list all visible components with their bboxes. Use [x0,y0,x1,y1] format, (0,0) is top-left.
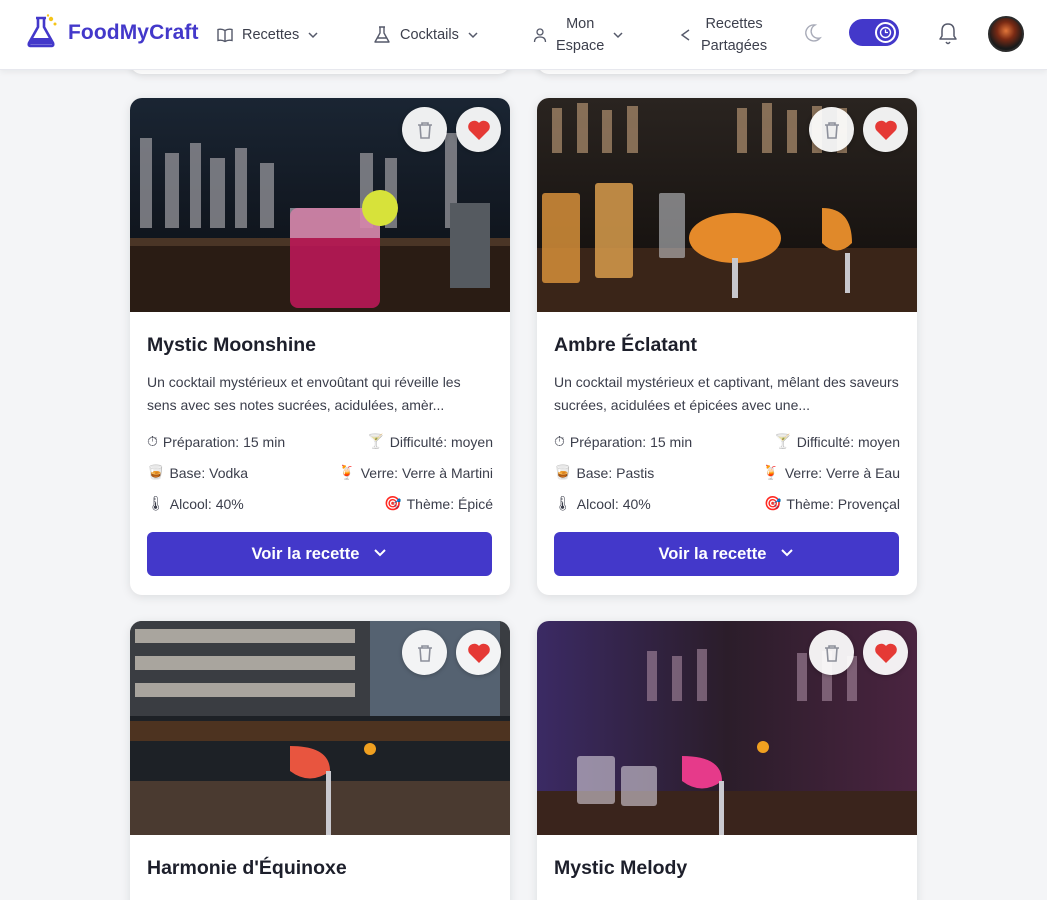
nav-partagees-line1: Recettes [705,16,763,32]
chevron-down-icon [373,545,387,564]
cocktail-photo [537,98,917,312]
nav-mon-espace-line1: Mon [566,16,595,32]
nav-partagees-line2: Partagées [701,38,768,54]
chevron-down-icon [612,29,624,41]
nav-cocktails-label: Cocktails [400,27,459,43]
view-recipe-button[interactable]: Voir la recette [147,532,492,576]
book-icon [216,26,234,44]
card-title: Mystic Melody [554,857,688,879]
delete-button[interactable] [809,630,854,675]
thermometer-icon: 🌡 [554,495,572,511]
moon-icon [801,22,823,49]
flask-icon [372,25,392,45]
target-icon: 🎯 [763,495,782,511]
stopwatch-icon: ⏱ [147,433,158,449]
difficulty: Difficulté: moyen [796,433,900,450]
cocktail-glass-icon: 🍸 [774,433,792,449]
nav-mon-espace[interactable]: Mon Espace [532,0,624,70]
delete-button[interactable] [402,107,447,152]
recipe-card: Mystic Moonshine Un cocktail mystérieux … [130,98,510,595]
base-spirit: Base: Pastis [576,464,655,481]
theme: Thème: Épicé [406,495,493,512]
cocktail-photo [130,98,510,312]
notification-bell-icon[interactable] [936,21,960,52]
nav-recettes-partagees[interactable]: Recettes Partagées [679,0,767,70]
app-name: FoodMyCraft [68,21,199,44]
logo[interactable]: FoodMyCraft [24,13,199,53]
tumbler-glass-icon: 🥃 [147,464,165,480]
target-icon: 🎯 [384,495,402,511]
favorite-heart-button[interactable] [456,107,501,152]
top-navbar: FoodMyCraft Recettes Cocktails Mon Espac… [0,0,1047,70]
nav-cocktails[interactable]: Cocktails [372,0,479,70]
recipe-card: Mystic Melody [537,621,917,900]
chevron-down-icon [780,545,794,564]
view-recipe-button[interactable]: Voir la recette [554,532,899,576]
alcohol-percent: Alcool: 40% [576,495,651,512]
glass-type: Verre: Verre à Eau [784,464,900,481]
stopwatch-icon: ⏱ [554,433,565,449]
cocktail-photo [130,621,510,835]
avatar[interactable] [988,16,1024,52]
card-title: Mystic Moonshine [147,334,317,356]
theme: Thème: Provençal [786,495,900,512]
nav-recettes-label: Recettes [242,27,300,43]
user-icon [532,27,548,43]
difficulty: Difficulté: moyen [389,433,493,450]
glass-type: Verre: Verre à Martini [360,464,493,481]
favorite-heart-button[interactable] [863,630,908,675]
delete-button[interactable] [402,630,447,675]
preparation-time: Préparation: 15 min [162,433,286,450]
thermometer-icon: 🌡 [147,495,165,511]
glass-type-icon: 🍹 [338,464,356,480]
cocktail-glass-icon: 🍸 [367,433,385,449]
glass-type-icon: 🍹 [762,464,780,480]
nav-mon-espace-line2: Espace [556,38,605,54]
view-recipe-label: Voir la recette [251,544,360,563]
favorite-heart-button[interactable] [456,630,501,675]
delete-button[interactable] [809,107,854,152]
card-title: Harmonie d'Équinoxe [147,857,347,879]
favorite-heart-button[interactable] [863,107,908,152]
card-description: Un cocktail mystérieux et envoûtant qui … [147,374,461,413]
chevron-down-icon [467,29,479,41]
recipe-card: Harmonie d'Équinoxe [130,621,510,900]
cocktail-photo [537,621,917,835]
clock-icon [875,22,896,43]
base-spirit: Base: Vodka [169,464,249,481]
share-icon [679,28,693,42]
card-title: Ambre Éclatant [554,334,698,356]
view-recipe-label: Voir la recette [658,544,767,563]
chevron-down-icon [307,29,319,41]
card-description: Un cocktail mystérieux et captivant, mêl… [554,374,899,413]
theme-toggle[interactable] [849,19,899,46]
preparation-time: Préparation: 15 min [569,433,693,450]
alcohol-percent: Alcool: 40% [169,495,244,512]
recipe-card: Ambre Éclatant Un cocktail mystérieux et… [537,98,917,595]
flask-logo-icon [24,13,60,54]
nav-recettes[interactable]: Recettes [216,0,319,70]
tumbler-glass-icon: 🥃 [554,464,572,480]
